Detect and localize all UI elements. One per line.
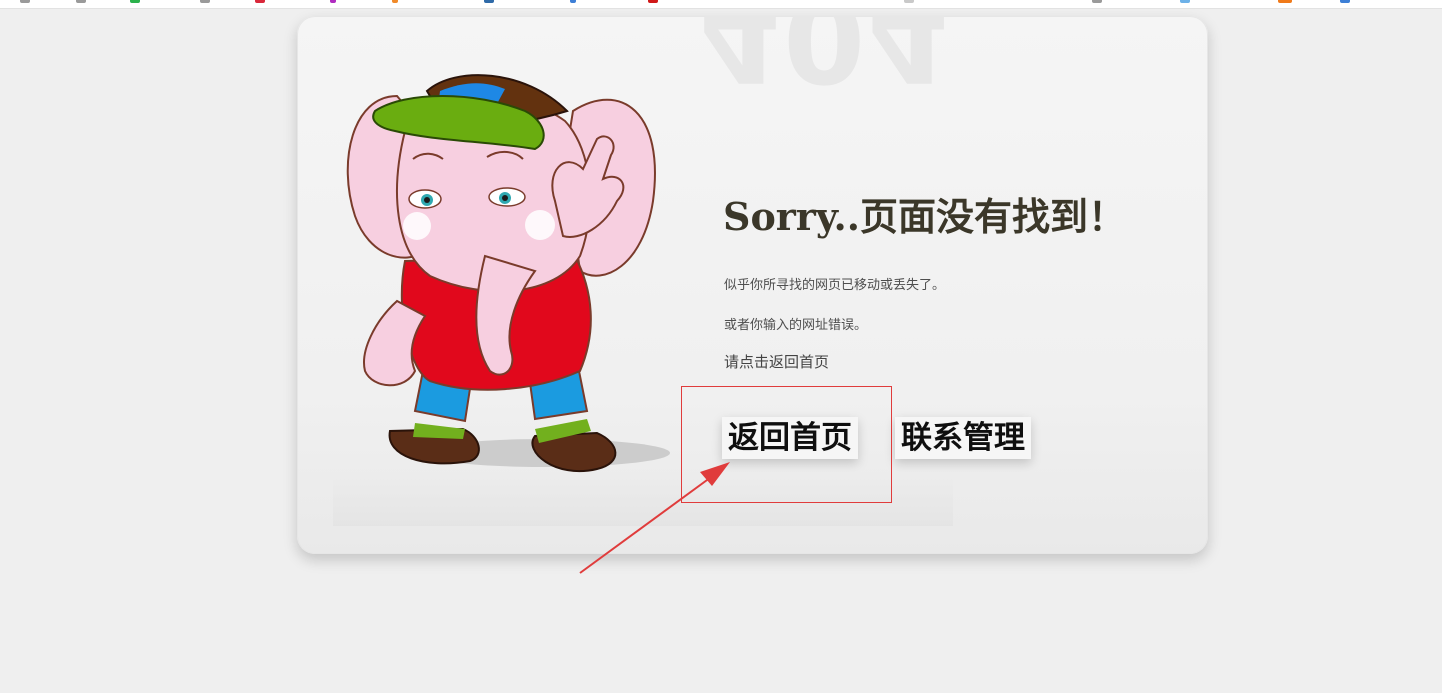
bookmark-icon[interactable] [330, 0, 336, 3]
background-404: 404 [699, 16, 952, 108]
contact-admin-button[interactable]: 联系管理 [895, 417, 1031, 459]
bookmark-icon[interactable] [76, 0, 86, 3]
bookmark-icon[interactable] [1340, 0, 1350, 3]
bookmark-icon[interactable] [200, 0, 210, 3]
bookmark-icon[interactable] [1092, 0, 1102, 3]
elephant-mascot-icon [346, 74, 670, 472]
bookmark-icon[interactable] [570, 0, 576, 3]
bookmark-icon[interactable] [484, 0, 494, 3]
bookmarks-bar [0, 0, 1442, 9]
bookmark-icon[interactable] [1180, 0, 1190, 3]
bookmark-icon[interactable] [20, 0, 30, 3]
annotation-arrow-icon [579, 462, 730, 574]
message-wrong-url: 或者你输入的网址错误。 [724, 318, 868, 333]
message-moved: 似乎你所寻找的网页已移动或丢失了。 [724, 278, 946, 293]
page-heading: Sorry..页面没有找到！ [723, 194, 1127, 239]
bookmark-icon[interactable] [255, 0, 265, 3]
bookmark-icon[interactable] [392, 0, 398, 3]
bookmark-icon[interactable] [1278, 0, 1292, 3]
bookmark-icon[interactable] [130, 0, 140, 3]
bookmark-icon[interactable] [648, 0, 658, 3]
hint-text: 请点击返回首页 [724, 353, 830, 371]
bookmark-icon[interactable] [904, 0, 914, 3]
